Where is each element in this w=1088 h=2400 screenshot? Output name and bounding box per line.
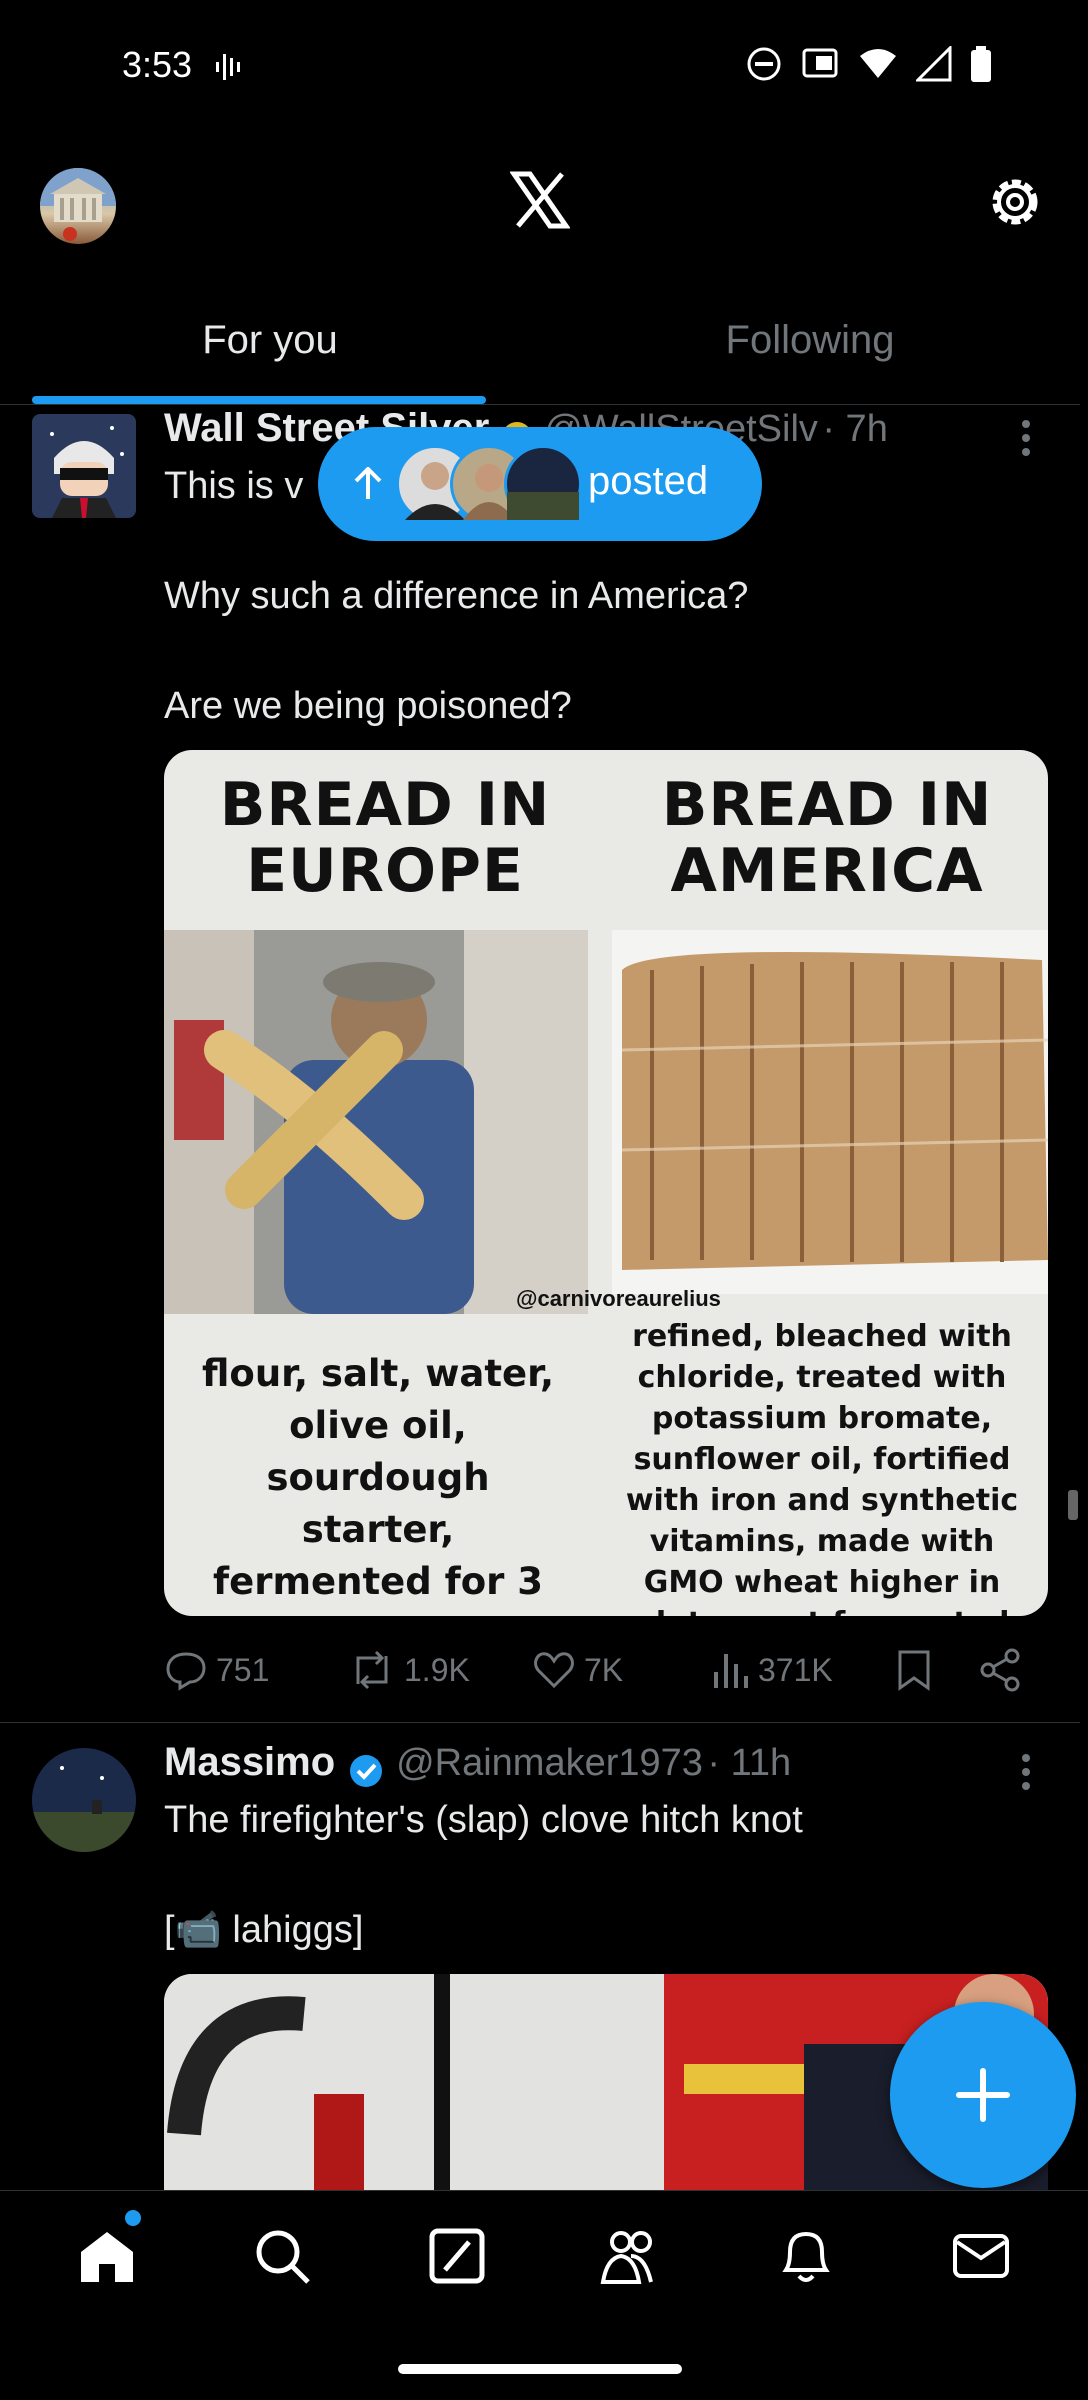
like-button[interactable]: 7K bbox=[532, 1648, 623, 1692]
battery-icon bbox=[971, 46, 991, 82]
active-tab-indicator bbox=[32, 396, 486, 404]
tab-following[interactable]: Following bbox=[540, 290, 1080, 404]
views-icon bbox=[714, 1654, 748, 1688]
verified-badge-icon bbox=[349, 1754, 382, 1787]
timeline-tabs: For you Following bbox=[0, 290, 1080, 405]
bookmark-icon[interactable] bbox=[894, 1648, 934, 1692]
bell-icon bbox=[782, 2231, 830, 2282]
nav-grok[interactable] bbox=[417, 2216, 497, 2296]
post-author-avatar[interactable] bbox=[32, 414, 136, 518]
new-posts-pill[interactable]: posted bbox=[318, 427, 762, 541]
reply-button[interactable]: 751 bbox=[164, 1648, 269, 1692]
post-text-line: Why such a difference in America? bbox=[164, 575, 749, 617]
nav-search[interactable] bbox=[242, 2216, 322, 2296]
tab-for-you[interactable]: For you bbox=[0, 290, 540, 404]
envelope-icon bbox=[952, 2233, 1009, 2278]
meme-left-heading: BREAD IN EUROPE bbox=[219, 770, 551, 906]
more-options-icon[interactable] bbox=[1016, 1752, 1036, 1792]
post-text-line: Are we being poisoned? bbox=[164, 685, 572, 727]
post-image[interactable]: BREAD IN EUROPE BREAD IN AMERICA @carniv… bbox=[164, 750, 1048, 1616]
nav-messages[interactable] bbox=[941, 2216, 1021, 2296]
like-count: 7K bbox=[584, 1651, 624, 1688]
status-icons bbox=[746, 46, 992, 82]
post-actions: 751 1.9K 7K 371K bbox=[164, 1640, 1044, 1700]
posted-avatar bbox=[504, 445, 582, 523]
plus-icon bbox=[956, 2068, 1010, 2122]
post-divider bbox=[0, 1722, 1080, 1723]
post-text-line: This is v bbox=[164, 465, 304, 507]
compose-post-button[interactable] bbox=[890, 2002, 1076, 2188]
grok-icon bbox=[429, 2228, 485, 2283]
meme-left-caption: flour, salt, water, olive oil, sourdough… bbox=[201, 1352, 555, 1616]
nav-notifications[interactable] bbox=[766, 2216, 846, 2296]
meme-right-heading: BREAD IN AMERICA bbox=[661, 770, 993, 906]
post-text-line: [📹 lahiggs] bbox=[164, 1909, 364, 1951]
bottom-navigation bbox=[0, 2190, 1088, 2320]
nav-home[interactable] bbox=[67, 2209, 147, 2296]
voice-activity-icon bbox=[216, 54, 240, 80]
nav-communities[interactable] bbox=[591, 2216, 671, 2296]
repost-count: 1.9K bbox=[404, 1651, 470, 1688]
post-author-avatar[interactable] bbox=[32, 1748, 136, 1852]
views-button[interactable]: 371K bbox=[710, 1648, 833, 1692]
wifi-icon bbox=[860, 49, 896, 78]
sliced-bread-photo bbox=[612, 930, 1048, 1294]
communities-icon bbox=[600, 2230, 654, 2284]
home-icon bbox=[81, 2231, 134, 2282]
more-options-icon[interactable] bbox=[1016, 418, 1036, 458]
repost-button[interactable]: 1.9K bbox=[348, 1648, 470, 1692]
repost-icon bbox=[356, 1650, 388, 1690]
post-author-handle[interactable]: @Rainmaker1973 bbox=[396, 1742, 703, 1784]
reply-icon bbox=[166, 1652, 206, 1691]
post-time: · 11h bbox=[707, 1742, 792, 1784]
x-logo-icon[interactable] bbox=[510, 170, 570, 230]
search-icon bbox=[256, 2230, 310, 2284]
profile-avatar[interactable] bbox=[40, 168, 116, 244]
meme-right-caption: refined, bleached with chloride, treated… bbox=[625, 1319, 1019, 1616]
new-posts-label: posted bbox=[588, 459, 709, 503]
post-header: Massimo @Rainmaker1973 · 11h bbox=[164, 1740, 964, 1789]
reply-count: 751 bbox=[216, 1651, 270, 1688]
post-text-line: The firefighter's (slap) clove hitch kno… bbox=[164, 1799, 803, 1841]
tab-following-label: Following bbox=[725, 318, 895, 362]
post-time: · 7h bbox=[822, 408, 888, 450]
cellular-signal-icon bbox=[916, 46, 952, 82]
gear-icon[interactable] bbox=[985, 172, 1045, 232]
arrow-up-icon bbox=[354, 467, 382, 499]
cast-icon bbox=[802, 48, 838, 78]
scrollbar-thumb[interactable] bbox=[1068, 1490, 1078, 1520]
meme-watermark: @carnivoreaurelius bbox=[516, 1286, 721, 1311]
heart-icon bbox=[534, 1652, 574, 1689]
share-icon[interactable] bbox=[978, 1648, 1022, 1692]
home-notification-dot bbox=[125, 2209, 142, 2226]
views-count: 371K bbox=[758, 1651, 833, 1688]
tab-for-you-label: For you bbox=[202, 318, 338, 362]
status-time: 3:53 bbox=[122, 44, 193, 85]
post-author-name[interactable]: Massimo bbox=[164, 1740, 335, 1784]
man-with-baguettes-photo bbox=[164, 930, 588, 1314]
gesture-home-bar[interactable] bbox=[398, 2364, 682, 2374]
do-not-disturb-icon bbox=[747, 47, 781, 81]
